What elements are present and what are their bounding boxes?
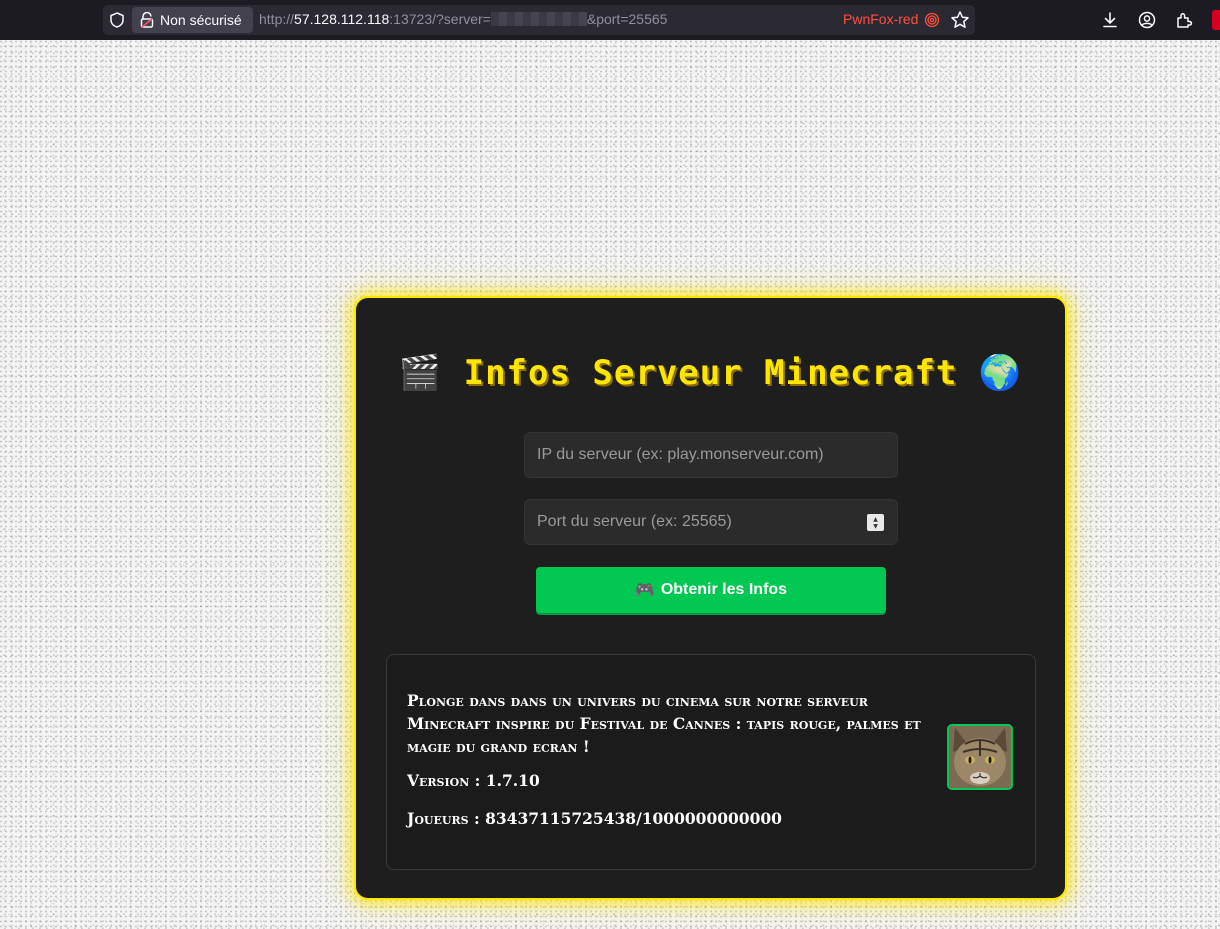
url-redacted-block (490, 12, 587, 26)
url-suffix: &port=25565 (586, 11, 668, 27)
fingerprint-icon[interactable] (924, 12, 940, 28)
title-text: Infos Serveur Minecraft (463, 353, 958, 393)
url-host: 57.128.112.118 (294, 11, 390, 27)
server-port-input[interactable] (524, 499, 898, 545)
server-version: Version : 1.7.10 (407, 771, 540, 790)
get-info-label: Obtenir les Infos (660, 581, 788, 598)
server-ip-input[interactable] (524, 432, 898, 478)
cat-favicon-icon (949, 726, 1011, 788)
server-motd: Plonge dans dans un univers du cinema su… (407, 691, 921, 756)
unlock-icon (140, 12, 154, 28)
get-info-button[interactable]: 🎮 Obtenir les Infos (536, 567, 886, 613)
security-label: Non sécurisé (160, 12, 242, 28)
server-info-card: 🎬 Infos Serveur Minecraft 🌍 ▲ ▼ 🎮 Obteni… (354, 296, 1067, 900)
chevron-down-icon: ▼ (873, 522, 878, 530)
star-icon[interactable] (950, 10, 970, 30)
chevron-up-icon: ▲ (873, 515, 878, 523)
url-text[interactable]: http://57.128.112.118:13723/?server= &por… (259, 11, 667, 27)
server-info-panel: Plonge dans dans un univers du cinema su… (386, 654, 1036, 870)
globe-icon: 🌍 (978, 353, 1023, 393)
download-icon[interactable] (1100, 10, 1120, 30)
extension-badge-icon[interactable] (1212, 10, 1220, 30)
page-title: 🎬 Infos Serveur Minecraft 🌍 (356, 353, 1065, 393)
security-indicator[interactable]: Non sécurisé (132, 7, 253, 33)
account-icon[interactable] (1137, 10, 1157, 30)
extensions-icon[interactable] (1174, 10, 1194, 30)
container-label[interactable]: PwnFox-red (843, 11, 918, 27)
url-prefix: http:// (259, 11, 295, 27)
port-spinner[interactable]: ▲ ▼ (867, 514, 884, 531)
shield-icon[interactable] (108, 11, 126, 29)
url-path: :13723/?server= (389, 11, 491, 27)
server-players: Joueurs : 83437115725438/1000000000000 (407, 809, 782, 828)
gamepad-icon: 🎮 (634, 582, 655, 599)
server-favicon (947, 724, 1013, 790)
clapperboard-icon: 🎬 (398, 353, 443, 393)
browser-toolbar: Non sécurisé http://57.128.112.118:13723… (0, 0, 1220, 40)
